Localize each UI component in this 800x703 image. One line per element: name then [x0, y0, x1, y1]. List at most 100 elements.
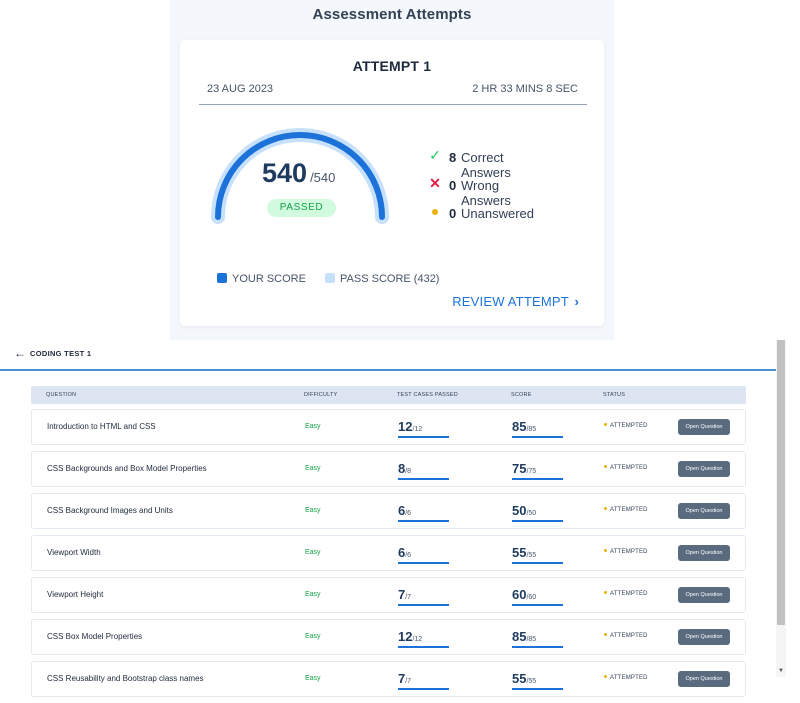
table-row: CSS Backgrounds and Box Model Properties…	[31, 451, 746, 487]
open-question-button[interactable]: Open Question	[678, 419, 730, 435]
difficulty-label: Easy	[305, 549, 321, 556]
question-title: Viewport Height	[47, 590, 104, 599]
check-icon: ✓	[429, 147, 441, 163]
progress-bar	[398, 520, 449, 522]
score-value: 85	[512, 419, 527, 434]
status-text: ATTEMPTED	[610, 549, 648, 555]
open-question-button[interactable]: Open Question	[678, 587, 730, 603]
progress-bar	[512, 562, 563, 564]
score-total: /75	[526, 468, 537, 475]
review-attempt-link[interactable]: REVIEW ATTEMPT ›	[452, 294, 579, 309]
score-total: /55	[526, 678, 537, 685]
score-total: /50	[526, 510, 537, 517]
page-title: Assessment Attempts	[312, 6, 472, 23]
header-difficulty: DIFFICULTY	[304, 392, 338, 398]
difficulty-label: Easy	[305, 465, 321, 472]
legend-your-score: YOUR SCORE	[217, 273, 306, 285]
header-status: STATUS	[603, 392, 626, 398]
coding-test-title: CODING TEST 1	[30, 349, 92, 358]
open-question-button[interactable]: Open Question	[678, 671, 730, 687]
score-max: /540	[310, 170, 336, 185]
status-label: ATTEMPTED	[604, 507, 648, 513]
scrollbar[interactable]: ▼	[776, 340, 786, 677]
progress-bar	[398, 562, 449, 564]
arrow-left-icon[interactable]: ←	[14, 346, 26, 360]
progress-bar	[398, 436, 449, 438]
stat-count: 0	[449, 206, 457, 221]
progress-bar	[512, 646, 563, 648]
scroll-thumb[interactable]	[777, 340, 785, 625]
progress-bar	[512, 688, 563, 690]
test-cases-value: 7	[398, 671, 406, 686]
progress-bar	[512, 520, 563, 522]
score-number: 540	[262, 158, 308, 188]
question-title: Introduction to HTML and CSS	[47, 422, 156, 431]
question-title: CSS Backgrounds and Box Model Properties	[47, 464, 207, 473]
status-dot-icon	[604, 633, 607, 636]
open-question-button[interactable]: Open Question	[678, 545, 730, 561]
status-dot-icon	[604, 423, 607, 426]
attempt-date: 23 AUG 2023	[207, 83, 274, 95]
score-total: /85	[526, 636, 537, 643]
question-score: 55/55	[512, 544, 563, 564]
table-header: QUESTION DIFFICULTY TEST CASES PASSED SC…	[31, 386, 746, 404]
question-score: 60/60	[512, 586, 563, 606]
status-label: ATTEMPTED	[604, 423, 648, 429]
status-text: ATTEMPTED	[610, 675, 648, 681]
test-cases-passed: 6/6	[398, 502, 449, 522]
question-title: CSS Reusability and Bootstrap class name…	[47, 674, 204, 683]
test-cases-passed: 7/7	[398, 586, 449, 606]
difficulty-label: Easy	[305, 423, 321, 430]
difficulty-label: Easy	[305, 675, 321, 682]
question-title: Viewport Width	[47, 548, 101, 557]
divider	[199, 104, 587, 105]
score-total: /55	[526, 552, 537, 559]
test-cases-total: /7	[405, 594, 412, 601]
difficulty-label: Easy	[305, 633, 321, 640]
status-label: ATTEMPTED	[604, 591, 648, 597]
score-value: 75	[512, 461, 527, 476]
difficulty-label: Easy	[305, 591, 321, 598]
table-row: CSS Box Model Properties Easy 12/12 85/85 AT…	[31, 619, 746, 655]
coding-test-header: ← CODING TEST 1	[0, 340, 776, 371]
test-cases-total: /7	[405, 678, 412, 685]
progress-bar	[398, 688, 449, 690]
question-title: CSS Background Images and Units	[47, 506, 173, 515]
test-cases-passed: 12/12	[398, 628, 449, 648]
status-text: ATTEMPTED	[610, 507, 648, 513]
attempt-card: ATTEMPT 1 23 AUG 2023 2 HR 33 MINS 8 SEC…	[180, 40, 604, 326]
open-question-button[interactable]: Open Question	[678, 461, 730, 477]
status-label: ATTEMPTED	[604, 465, 648, 471]
status-text: ATTEMPTED	[610, 591, 648, 597]
progress-bar	[512, 478, 563, 480]
open-question-button[interactable]: Open Question	[678, 503, 730, 519]
status-dot-icon	[604, 465, 607, 468]
progress-bar	[512, 436, 563, 438]
stat-label: Unanswered	[461, 206, 534, 221]
status-text: ATTEMPTED	[610, 633, 648, 639]
header-question: QUESTION	[46, 392, 77, 398]
score-total: /60	[526, 594, 537, 601]
status-dot-icon	[604, 507, 607, 510]
score-value: 85	[512, 629, 527, 644]
legend-swatch	[325, 273, 336, 283]
score-total: /85	[526, 426, 537, 433]
test-cases-total: /6	[405, 510, 412, 517]
progress-bar	[512, 604, 563, 606]
progress-bar	[398, 604, 449, 606]
review-label: REVIEW ATTEMPT	[452, 294, 569, 309]
progress-bar	[398, 646, 449, 648]
open-question-button[interactable]: Open Question	[678, 629, 730, 645]
status-label: ATTEMPTED	[604, 633, 648, 639]
stat-label: Correct Answers	[461, 150, 511, 180]
gauge-legend: YOUR SCORE PASS SCORE (432)	[217, 273, 455, 285]
status-text: ATTEMPTED	[610, 465, 648, 471]
scroll-down-icon[interactable]: ▼	[778, 668, 784, 674]
test-cases-total: /12	[412, 426, 423, 433]
score-value: 50	[512, 503, 527, 518]
table-row: Introduction to HTML and CSS Easy 12/12 85/…	[31, 409, 746, 445]
difficulty-label: Easy	[305, 507, 321, 514]
legend-label: PASS SCORE (432)	[340, 273, 440, 285]
score-value: 55	[512, 671, 527, 686]
test-cases-total: /12	[412, 636, 423, 643]
